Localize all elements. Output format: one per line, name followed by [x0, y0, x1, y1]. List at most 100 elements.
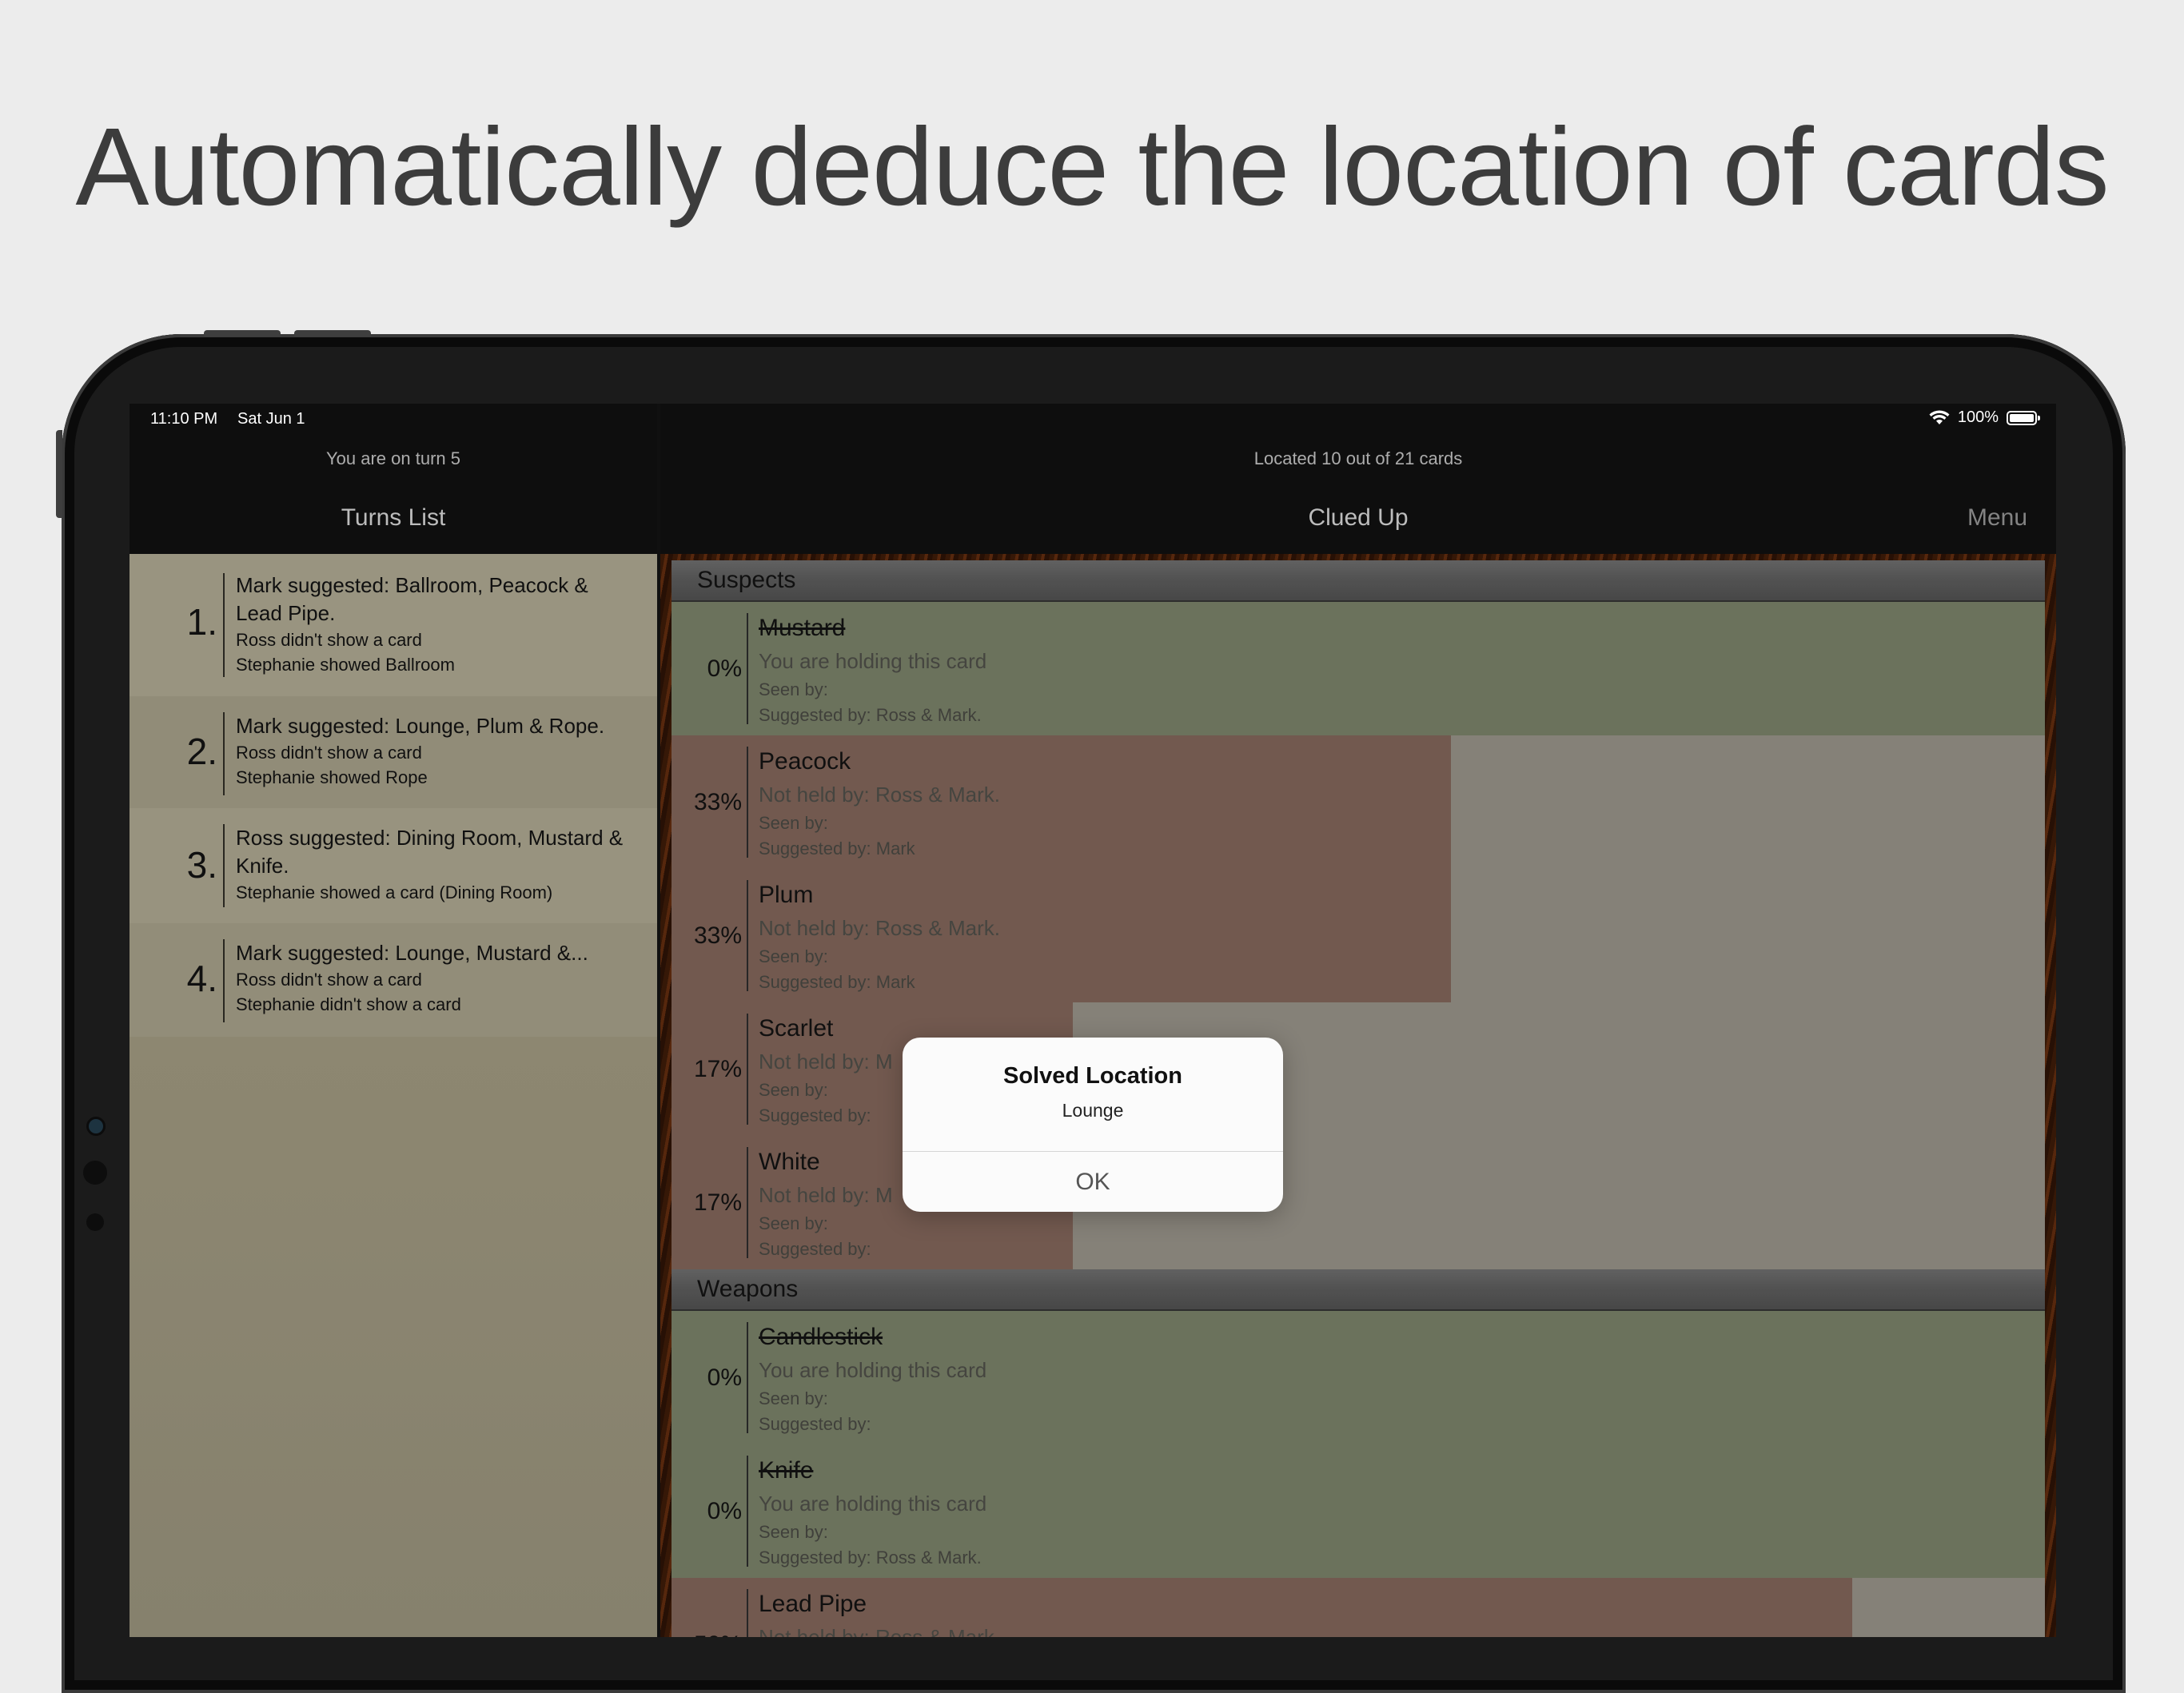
card-suggested-by: Suggested by: Mark [759, 839, 915, 858]
turns-list-title: Turns List [341, 504, 446, 531]
turn-response: Stephanie showed a card (Dining Room) [236, 882, 553, 902]
located-count: Located 10 out of 21 cards [1253, 448, 1463, 468]
turn-indicator: You are on turn 5 [326, 448, 460, 468]
card-row[interactable]: 0% Mustard You are holding this card Seen b… [672, 602, 2045, 735]
turn-suggestion: Mark suggested: Ballroom, Peacock & Lead… [236, 573, 588, 625]
card-row[interactable]: 0% Candlestick You are holding this card Se… [672, 1311, 2045, 1444]
headline: Automatically deduce the location of car… [75, 106, 2109, 229]
card-seen-by: Seen by: [759, 1080, 828, 1100]
card-probability: 17% [693, 1189, 742, 1216]
card-name: Lead Pipe [759, 1591, 867, 1617]
card-seen-by: Seen by: [759, 679, 828, 699]
turn-row[interactable]: 1. Mark suggested: Ballroom, Peacock & L… [130, 554, 657, 696]
power-button [56, 430, 62, 518]
turn-text: Mark suggested: Lounge, Plum & Rope. Ros… [236, 712, 636, 790]
turn-text: Ross suggested: Dining Room, Mustard & K… [236, 824, 636, 905]
card-suggested-by: Suggested by: Ross & Mark. [759, 705, 982, 725]
turn-text: Mark suggested: Ballroom, Peacock & Lead… [236, 572, 636, 677]
card-row[interactable]: 0% Knife You are holding this card Seen by:… [672, 1444, 2045, 1578]
card-name: Plum [759, 882, 814, 908]
wifi-icon [1929, 409, 1950, 424]
card-separator [747, 1014, 748, 1125]
card-held-status: Not held by: Ross & Mark. [759, 916, 1000, 940]
card-seen-by: Seen by: [759, 1388, 828, 1408]
status-bar: 11:10 PM Sat Jun 1 100% [130, 404, 2056, 436]
sensor-icon [83, 1161, 107, 1185]
card-probability: 17% [693, 1055, 742, 1082]
section-header: Suspects [672, 560, 2045, 602]
card-held-status: Not held by: M [759, 1183, 893, 1207]
card-suggested-by: Suggested by: [759, 1414, 871, 1434]
solved-location-alert: Solved Location Lounge OK [903, 1038, 1283, 1212]
card-seen-by: Seen by: [759, 946, 828, 966]
alert-message: Lounge [1062, 1100, 1124, 1121]
alert-ok-button[interactable]: OK [903, 1152, 1283, 1212]
card-separator [747, 747, 748, 858]
camera-icon [86, 1117, 106, 1136]
status-date: Sat Jun 1 [237, 410, 305, 428]
card-probability: 33% [693, 922, 742, 949]
card-held-status: Not held by: Ross & Mark [759, 1625, 994, 1637]
card-suggested-by: Suggested by: Ross & Mark. [759, 1548, 982, 1568]
card-name: Candlestick [759, 1324, 883, 1350]
turn-separator [223, 824, 225, 907]
cards-list: Suspects 0% Mustard You are holding this ca… [672, 560, 2045, 1637]
turn-text: Mark suggested: Lounge, Mustard &... Ros… [236, 939, 636, 1017]
turn-separator [223, 939, 225, 1022]
sensor-icon [86, 1213, 104, 1231]
turn-row[interactable]: 2. Mark suggested: Lounge, Plum & Rope. … [130, 696, 657, 808]
card-info: Lead PipeNot held by: Ross & MarkSeen by… [759, 1587, 994, 1637]
card-held-status: Not held by: Ross & Mark. [759, 783, 1000, 807]
card-info: Knife You are holding this card Seen by: Su… [759, 1454, 986, 1571]
card-probability: 0% [707, 1497, 742, 1524]
card-row[interactable]: 17% Scarlet Not held by: M Seen by: Suggeste… [672, 1002, 2045, 1136]
card-row[interactable]: 50%Lead PipeNot held by: Ross & MarkSeen… [672, 1578, 2045, 1637]
status-right: 100% [1929, 408, 2040, 427]
card-name: Knife [759, 1457, 814, 1484]
card-probability: 0% [707, 655, 742, 682]
card-held-status: Not held by: M [759, 1050, 893, 1074]
card-row[interactable]: 33% Plum Not held by: Ross & Mark. Seen by:… [672, 869, 2045, 1002]
app-title: Clued Up [1308, 504, 1409, 531]
card-row[interactable]: 33% Peacock Not held by: Ross & Mark. Seen … [672, 735, 2045, 869]
turn-response: Ross didn't show a card [236, 970, 422, 990]
card-info: Candlestick You are holding this card Seen… [759, 1321, 986, 1437]
card-info: Mustard You are holding this card Seen by:… [759, 611, 986, 728]
card-seen-by: Seen by: [759, 813, 828, 833]
turn-suggestion: Mark suggested: Lounge, Plum & Rope. [236, 714, 605, 738]
menu-button[interactable]: Menu [1967, 504, 2027, 532]
turn-row[interactable]: 4. Mark suggested: Lounge, Mustard &... … [130, 923, 657, 1037]
turn-separator [223, 712, 225, 795]
status-time: 11:10 PM [150, 410, 218, 428]
volume-down-button [294, 330, 371, 337]
card-held-status: You are holding this card [759, 649, 987, 673]
card-name: Mustard [759, 615, 846, 641]
card-seen-by: Seen by: [759, 1522, 828, 1542]
card-name: White [759, 1149, 820, 1175]
card-probability: 0% [707, 1364, 742, 1391]
card-held-status: You are holding this card [759, 1358, 987, 1382]
turn-number: 4. [186, 958, 217, 999]
alert-title: Solved Location [1003, 1063, 1182, 1089]
turn-response: Ross didn't show a card [236, 743, 422, 763]
turn-number: 3. [186, 844, 217, 886]
card-name: Peacock [759, 748, 851, 775]
battery-percent: 100% [1957, 408, 1999, 426]
card-separator [747, 1589, 748, 1637]
turn-suggestion: Mark suggested: Lounge, Mustard &... [236, 941, 588, 965]
turn-response: Ross didn't show a card [236, 630, 422, 650]
battery-icon [2007, 410, 2040, 425]
card-separator [747, 1456, 748, 1567]
card-probability: 33% [693, 788, 742, 815]
card-info: Plum Not held by: Ross & Mark. Seen by: Sug… [759, 878, 1000, 995]
turn-row[interactable]: 3. Ross suggested: Dining Room, Mustard … [130, 808, 657, 923]
turn-response: Stephanie showed Ballroom [236, 655, 455, 675]
card-separator [747, 613, 748, 724]
card-held-status: You are holding this card [759, 1492, 987, 1516]
card-suggested-by: Suggested by: Mark [759, 972, 915, 992]
card-probability: 50% [672, 1578, 742, 1638]
card-row[interactable]: 17% White Not held by: M Seen by: Suggested … [672, 1136, 2045, 1269]
card-separator [747, 880, 748, 991]
turn-number: 2. [186, 731, 217, 772]
turn-separator [223, 573, 225, 677]
